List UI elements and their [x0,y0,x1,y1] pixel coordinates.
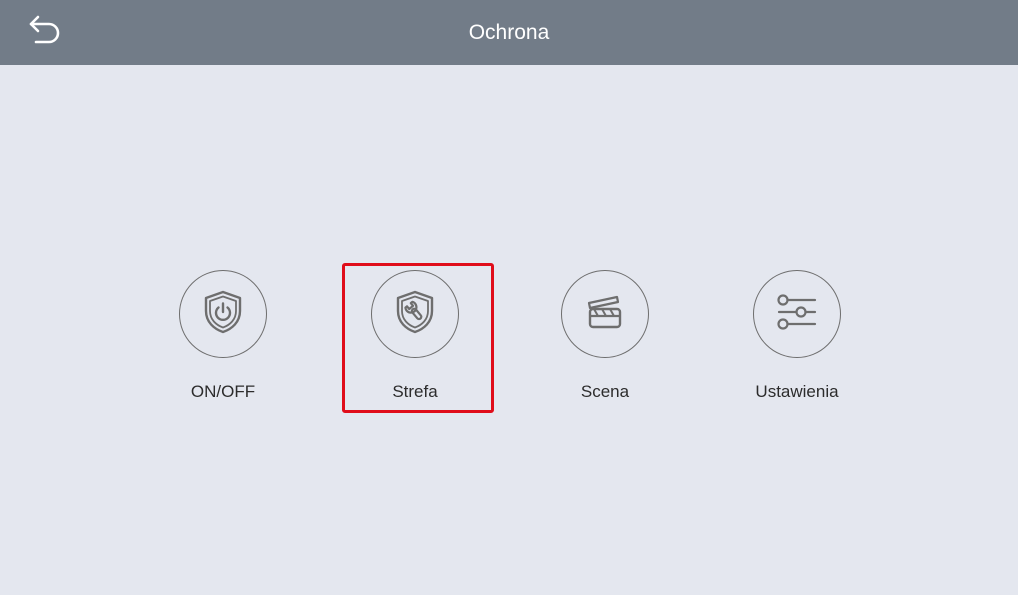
menu-item-strefa[interactable]: Strefa [342,264,492,410]
menu-item-label: ON/OFF [190,382,256,401]
shield-wrench-icon [390,287,440,342]
menu-item-label: Scena [580,382,630,401]
clapperboard-icon [580,287,630,342]
menu-item-circle [179,270,267,358]
sliders-icon [771,287,823,342]
menu-item-label: Ustawienia [755,382,839,401]
shield-power-icon [198,287,248,342]
menu-item-circle [753,270,841,358]
menu-item-on-off[interactable]: ON/OFF [150,264,300,410]
menu-item-label: Strefa [392,382,438,401]
header-bar: Ochrona [0,0,1018,65]
menu-item-ustawienia[interactable]: Ustawienia [724,264,874,410]
menu-item-circle [371,270,459,358]
back-button[interactable] [22,10,68,54]
back-arrow-icon [25,10,65,55]
page-title: Ochrona [468,21,550,44]
menu-item-circle [561,270,649,358]
menu-item-scena[interactable]: Scena [532,264,682,410]
